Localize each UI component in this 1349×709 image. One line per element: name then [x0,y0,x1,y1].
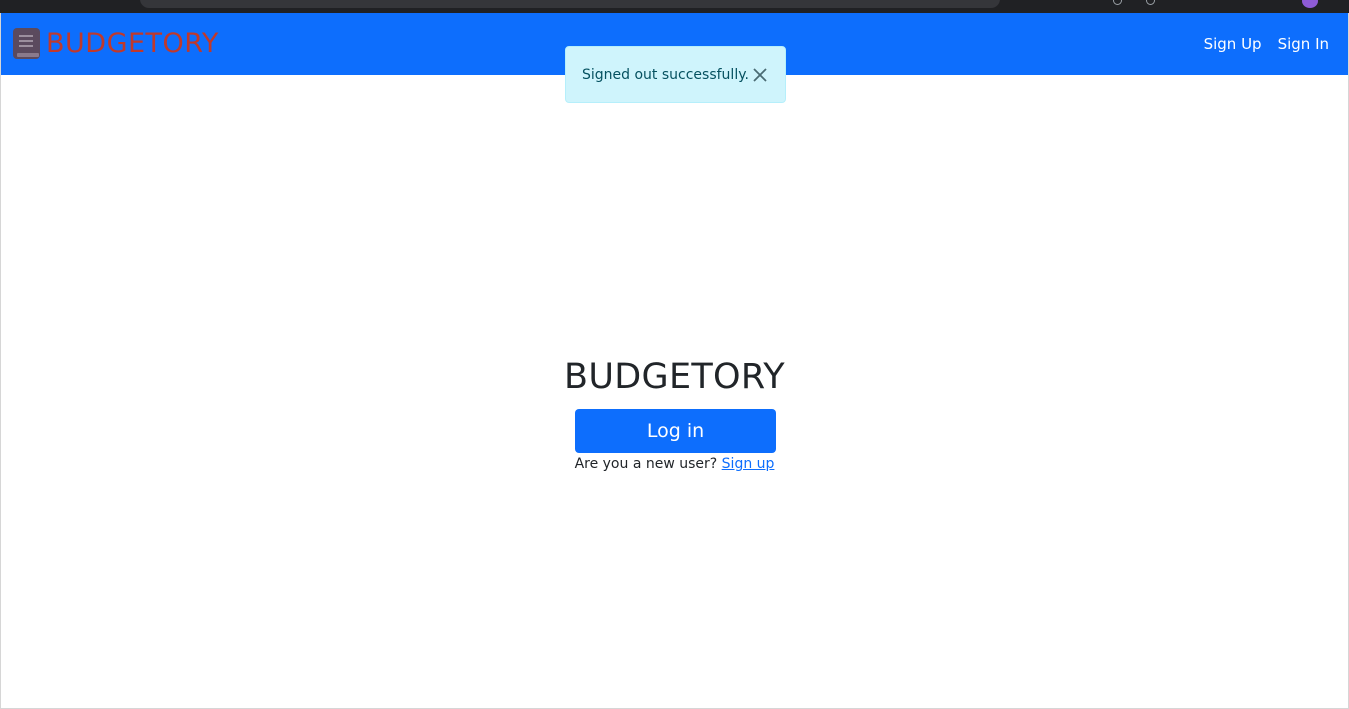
flash-message: Signed out successfully. [582,66,749,83]
profile-avatar[interactable] [1302,0,1318,8]
page-title: BUDGETORY [564,357,785,397]
login-button[interactable]: Log in [575,409,776,453]
extension-icon[interactable] [1146,0,1155,5]
flash-notice: Signed out successfully. [565,46,786,103]
brand-logo[interactable]: BUDGETORY [12,26,219,60]
nav-links: Sign Up Sign In [1204,35,1329,53]
browser-toolbar [0,0,1349,13]
signup-prompt-text: Are you a new user? [574,456,718,472]
extension-icon[interactable] [1113,0,1122,5]
signup-prompt: Are you a new user? Sign up [1,456,1348,472]
page: BUDGETORY Sign Up Sign In Signed out suc… [0,13,1349,709]
nav-sign-in-link[interactable]: Sign In [1278,35,1329,53]
brand-name: BUDGETORY [46,27,219,59]
close-icon[interactable] [753,68,767,82]
book-icon [13,27,40,59]
address-bar[interactable] [140,0,1000,8]
nav-sign-up-link[interactable]: Sign Up [1204,35,1262,53]
signup-link[interactable]: Sign up [722,456,775,472]
